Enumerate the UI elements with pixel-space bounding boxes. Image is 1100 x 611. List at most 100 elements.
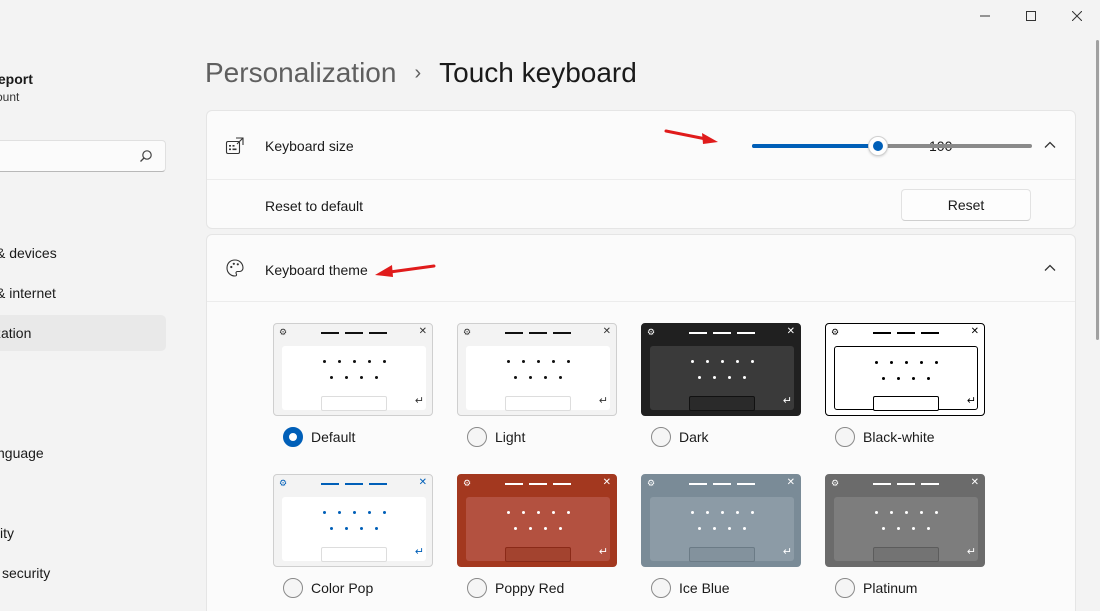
theme-label: Black-white	[863, 429, 935, 445]
enter-icon: ↵	[966, 395, 976, 407]
window-controls	[962, 0, 1100, 32]
radio-button[interactable]	[283, 427, 303, 447]
sidebar-item-label: zation	[0, 325, 32, 341]
theme-preview[interactable]: ⚙ ✕ ↵	[457, 474, 617, 567]
keyboard-size-label: Keyboard size	[265, 138, 354, 154]
theme-label: Platinum	[863, 580, 918, 596]
minimize-button[interactable]	[962, 0, 1008, 32]
minimize-icon	[980, 15, 990, 17]
account-name: dowsReport	[0, 71, 33, 87]
breadcrumb-parent[interactable]: Personalization	[205, 57, 396, 89]
keyboard-size-card: Keyboard size 100 Reset to default Reset	[206, 110, 1076, 229]
close-icon: ✕	[602, 477, 611, 488]
theme-radio-row[interactable]: Ice Blue	[651, 578, 730, 598]
theme-radio-row[interactable]: Black-white	[835, 427, 935, 447]
radio-button[interactable]	[835, 578, 855, 598]
theme-radio-row[interactable]: Dark	[651, 427, 709, 447]
preview-dashes	[321, 483, 387, 485]
chevron-up-icon[interactable]	[1043, 138, 1057, 152]
sidebar-item-network-internet[interactable]: & internet	[0, 275, 166, 311]
page-title: Touch keyboard	[439, 57, 637, 88]
close-icon: ✕	[970, 477, 979, 488]
sidebar-item-label: ity	[0, 525, 14, 541]
close-icon: ✕	[786, 477, 795, 488]
theme-label: Dark	[679, 429, 709, 445]
radio-button[interactable]	[651, 427, 671, 447]
sidebar-item-accessibility[interactable]: ity	[0, 515, 166, 551]
radio-button[interactable]	[283, 578, 303, 598]
scrollbar[interactable]	[1096, 40, 1099, 340]
keyboard-size-slider[interactable]	[752, 136, 1032, 156]
slider-thumb[interactable]	[868, 136, 888, 156]
breadcrumb: Personalization › Touch keyboard	[205, 57, 637, 89]
annotation-arrow-icon	[664, 129, 718, 144]
preview-spacebar	[321, 396, 387, 411]
theme-label: Default	[311, 429, 356, 445]
gear-icon: ⚙	[463, 478, 472, 488]
radio-button[interactable]	[651, 578, 671, 598]
annotation-arrow-icon	[375, 264, 436, 277]
sidebar-item-privacy-security[interactable]: security	[0, 555, 166, 591]
sidebar-item-label: & devices	[0, 245, 57, 261]
gear-icon: ⚙	[279, 478, 288, 488]
gear-icon: ⚙	[831, 478, 840, 488]
keyboard-theme-card: Keyboard theme ⚙ ✕ ↵ Default ⚙ ✕ ↵ Light ⚙ ✕ ↵ Dark…	[206, 234, 1076, 611]
theme-preview[interactable]: ⚙ ✕ ↵	[273, 323, 433, 416]
theme-radio-row[interactable]: Light	[467, 427, 525, 447]
divider	[207, 179, 1075, 180]
enter-icon: ↵	[782, 546, 792, 558]
theme-preview[interactable]: ⚙ ✕ ↵	[641, 474, 801, 567]
gear-icon: ⚙	[463, 327, 472, 337]
preview-spacebar	[689, 396, 755, 411]
preview-spacebar	[689, 547, 755, 562]
preview-spacebar	[505, 547, 571, 562]
close-icon: ✕	[786, 326, 795, 337]
theme-label: Ice Blue	[679, 580, 730, 596]
maximize-button[interactable]	[1008, 0, 1054, 32]
gear-icon: ⚙	[831, 327, 840, 337]
theme-radio-row[interactable]: Poppy Red	[467, 578, 564, 598]
theme-preview[interactable]: ⚙ ✕ ↵	[641, 323, 801, 416]
divider	[207, 301, 1075, 302]
theme-preview[interactable]: ⚙ ✕ ↵	[457, 323, 617, 416]
gear-icon: ⚙	[647, 327, 656, 337]
preview-dashes	[505, 332, 571, 334]
preview-spacebar	[321, 547, 387, 562]
enter-icon: ↵	[598, 546, 608, 558]
sidebar-item-time-language[interactable]: nguage	[0, 435, 166, 471]
sidebar-item-label: & internet	[0, 285, 56, 301]
palette-icon	[226, 259, 244, 277]
radio-button[interactable]	[467, 427, 487, 447]
preview-spacebar	[873, 547, 939, 562]
theme-preview[interactable]: ⚙ ✕ ↵	[825, 323, 985, 416]
theme-radio-row[interactable]: Platinum	[835, 578, 917, 598]
theme-preview[interactable]: ⚙ ✕ ↵	[273, 474, 433, 567]
search-icon	[140, 150, 152, 162]
theme-label: Poppy Red	[495, 580, 565, 596]
slider-fill	[752, 144, 878, 148]
radio-button[interactable]	[467, 578, 487, 598]
search-input[interactable]	[0, 140, 166, 172]
theme-radio-row[interactable]: Color Pop	[283, 578, 373, 598]
preview-spacebar	[873, 396, 939, 411]
close-icon: ✕	[970, 326, 979, 337]
sidebar: dowsReport Account & devices & internet …	[0, 0, 180, 611]
enter-icon: ↵	[414, 395, 424, 407]
enter-icon: ↵	[966, 546, 976, 558]
theme-preview[interactable]: ⚙ ✕ ↵	[825, 474, 985, 567]
close-button[interactable]	[1054, 0, 1100, 32]
theme-radio-row[interactable]: Default	[283, 427, 355, 447]
reset-button[interactable]: Reset	[901, 189, 1031, 221]
enter-icon: ↵	[782, 395, 792, 407]
radio-button[interactable]	[835, 427, 855, 447]
sidebar-item-bluetooth-devices[interactable]: & devices	[0, 235, 166, 271]
reset-label: Reset to default	[265, 198, 364, 214]
preview-spacebar	[505, 396, 571, 411]
sidebar-item-label: nguage	[0, 445, 44, 461]
maximize-icon	[1026, 11, 1036, 21]
close-icon: ✕	[418, 326, 427, 337]
chevron-up-icon[interactable]	[1043, 261, 1057, 275]
gear-icon: ⚙	[647, 478, 656, 488]
preview-dashes	[689, 332, 755, 334]
sidebar-item-personalization[interactable]: zation	[0, 315, 166, 351]
